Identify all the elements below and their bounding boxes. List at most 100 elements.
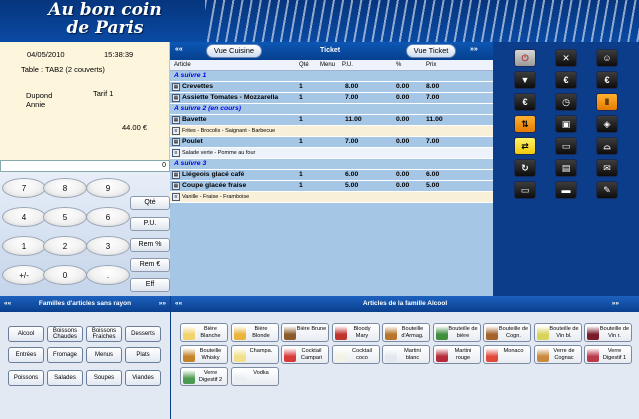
ticket-line-price: 7.00 [426, 138, 440, 145]
family-button[interactable]: Boissons Fraiches [86, 326, 122, 342]
ticket-note-row[interactable]: ≡ Frites - Brocolis - Saignant - Barbecue [170, 126, 493, 137]
article-button[interactable]: Bouteille de Cogn. [483, 323, 531, 342]
article-button[interactable]: Bière Blanche [180, 323, 228, 342]
order-tariff: Tarif 1 [93, 89, 114, 98]
articles-prev-chevron[interactable]: «« [175, 296, 182, 312]
family-button[interactable]: Poissons [8, 370, 44, 386]
bag-button[interactable]: ▼ [514, 71, 536, 89]
articles-next-chevron[interactable]: »» [612, 296, 619, 312]
article-button[interactable]: Martini rouge [432, 345, 481, 364]
keypad-function-button[interactable]: Rem % [130, 238, 170, 252]
family-button[interactable]: Boissons Chaudes [47, 326, 83, 342]
euro-coins-button[interactable]: € [514, 93, 536, 111]
family-button[interactable]: Menus [86, 347, 122, 363]
family-button[interactable]: Entrées [8, 347, 44, 363]
keypad-key[interactable]: . [86, 265, 130, 285]
keypad-key[interactable]: 0 [43, 265, 87, 285]
article-button[interactable]: Bouteille Whisky [180, 345, 228, 364]
article-button[interactable]: Martini blanc [382, 345, 430, 364]
keypad-function-button[interactable]: Rem € [130, 258, 170, 272]
families-next-chevron[interactable]: »» [159, 296, 166, 312]
article-button[interactable]: Bouteille de bière [432, 323, 481, 342]
article-button[interactable]: Bouteille de Vin r. [584, 323, 632, 342]
waiter-last-name: Annie [26, 100, 46, 109]
ticket-note-row[interactable]: ≡ Salade verte - Pomme au four [170, 148, 493, 159]
family-button[interactable]: Fromage [47, 347, 83, 363]
keypad-key[interactable]: 1 [2, 236, 46, 256]
euro-button[interactable]: € [555, 71, 577, 89]
keypad-key[interactable]: +/- [2, 265, 46, 285]
ticket-item-row[interactable]: ▦ Bavette 1 11.00 0.00 11.00 [170, 115, 493, 126]
credit-card-button[interactable]: ▬ [555, 181, 577, 199]
keypad-key[interactable]: 7 [2, 178, 46, 198]
waiter-button[interactable]: ☺ [596, 49, 618, 67]
article-button[interactable]: Bière Blonde [230, 323, 279, 342]
keypad-key[interactable]: 2 [43, 236, 87, 256]
keypad-key[interactable]: 9 [86, 178, 130, 198]
close-button[interactable]: ✕ [555, 49, 577, 67]
family-button[interactable]: Salades [47, 370, 83, 386]
families-prev-chevron[interactable]: «« [4, 296, 11, 312]
transfer-button[interactable]: ⇅ [514, 115, 536, 133]
family-button[interactable]: Viandes [125, 370, 161, 386]
ticket-view-button[interactable]: Vue Ticket [406, 44, 456, 58]
wallet-button[interactable]: ▭ [555, 137, 577, 155]
keypad-function-button[interactable]: Eff [130, 278, 170, 292]
family-button[interactable]: Soupes [86, 370, 122, 386]
euro-split-button[interactable]: € [596, 71, 618, 89]
note-button[interactable]: ✎ [596, 181, 618, 199]
card-button[interactable]: ▭ [514, 181, 536, 199]
ticket-group-row[interactable]: A suivre 3 [170, 159, 493, 170]
article-button[interactable]: Cocktail coco [331, 345, 380, 364]
power-button[interactable]: ⏻ [514, 49, 536, 67]
article-button[interactable]: Bière Brune [281, 323, 329, 342]
keypad-key[interactable]: 3 [86, 236, 130, 256]
gift-button[interactable]: ✉ [596, 159, 618, 177]
keypad-display[interactable]: 0 [0, 160, 170, 172]
family-button[interactable]: Desserts [125, 326, 161, 342]
ticket-item-row[interactable]: ▦ Poulet 1 7.00 0.00 7.00 [170, 137, 493, 148]
family-button[interactable]: Plats [125, 347, 161, 363]
ticket-item-row[interactable]: ▦ Coupe glacée fraise 1 5.00 0.00 5.00 [170, 181, 493, 192]
article-button[interactable]: Verre Digestif 2 [180, 367, 228, 386]
table-button[interactable]: ▣ [555, 115, 577, 133]
pay-button[interactable]: ⇄ [514, 137, 536, 155]
keypad-key[interactable]: 5 [43, 207, 87, 227]
ticket-prev-chevron[interactable]: «« [175, 46, 183, 53]
ticket-note-row[interactable]: ≡ Vanille - Fraise - Framboise [170, 192, 493, 203]
drink-icon [435, 326, 448, 340]
dish-icon: ▦ [172, 171, 180, 179]
gift-icon: ✉ [603, 163, 611, 173]
keypad-key[interactable]: 6 [86, 207, 130, 227]
keypad-key[interactable]: 8 [43, 178, 87, 198]
keypad-function-button[interactable]: P.U. [130, 217, 170, 231]
ticket-print-button[interactable]: ▤ [555, 159, 577, 177]
app-header: Au bon coin de Paris [0, 0, 639, 42]
drink-icon [233, 348, 246, 362]
clock-button[interactable]: ◷ [555, 93, 577, 111]
article-button[interactable]: Verre de Cognac [533, 345, 582, 364]
ticket-line-qty: 1 [299, 94, 303, 101]
kitchen-view-button[interactable]: Vue Cuisine [206, 44, 262, 58]
keypad-key[interactable]: 4 [2, 207, 46, 227]
ticket-group-row[interactable]: A suivre 2 (en cours) [170, 104, 493, 115]
ticket-next-chevron[interactable]: »» [470, 46, 478, 53]
article-button[interactable]: Vodka [230, 367, 279, 386]
family-button[interactable]: Alcool [8, 326, 44, 342]
ticket-item-row[interactable]: ▦ Liégeois glacé café 1 6.00 0.00 6.00 [170, 170, 493, 181]
cutlery-button[interactable]: ‖ [596, 93, 618, 111]
article-button[interactable]: Cocktail Campari [281, 345, 329, 364]
table-group-button[interactable]: ◈ [596, 115, 618, 133]
ticket-item-row[interactable]: ▦ Assiette Tomates - Mozzarella 1 7.00 0.00 7… [170, 93, 493, 104]
article-button[interactable]: Champa. [230, 345, 279, 364]
rotate-button[interactable]: ↻ [514, 159, 536, 177]
article-button[interactable]: Bloody Mary [331, 323, 380, 342]
article-button[interactable]: Bouteille d'Armag. [382, 323, 430, 342]
ticket-item-row[interactable]: ▦ Crevettes 1 8.00 0.00 8.00 [170, 82, 493, 93]
dish-button[interactable]: ⌓ [596, 137, 618, 155]
ticket-group-row[interactable]: A suivre 1 [170, 71, 493, 82]
keypad-function-button[interactable]: Qté [130, 196, 170, 210]
article-button[interactable]: Verre Digestif 1 [584, 345, 632, 364]
article-button[interactable]: Bouteille de Vin bl. [533, 323, 582, 342]
article-button[interactable]: Monaco [483, 345, 531, 364]
